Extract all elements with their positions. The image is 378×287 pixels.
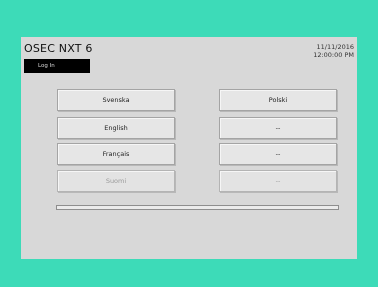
language-button-francais[interactable]: Français [57, 143, 175, 165]
datetime-display: 11/11/2016 12:00:00 PM [313, 43, 354, 59]
language-label: -- [275, 177, 281, 185]
language-label: Français [102, 150, 130, 158]
language-label: Svenska [102, 96, 130, 104]
language-label: English [104, 124, 128, 132]
date-text: 11/11/2016 [316, 43, 354, 51]
language-button-english[interactable]: English [57, 117, 175, 139]
language-label: Suomi [105, 177, 127, 185]
language-button-polski[interactable]: Polski [219, 89, 337, 111]
language-label: -- [275, 150, 281, 158]
language-button-suomi[interactable]: Suomi [57, 170, 175, 192]
time-text: 12:00:00 PM [313, 51, 354, 59]
hmi-screen: OSEC NXT 6 Log In 11/11/2016 12:00:00 PM… [21, 37, 357, 259]
app-title: OSEC NXT 6 [24, 42, 93, 55]
language-button-empty-3[interactable]: -- [219, 143, 337, 165]
progress-bar [56, 205, 339, 210]
language-button-empty-4: -- [219, 170, 337, 192]
language-label: Polski [268, 96, 288, 104]
language-label: -- [275, 124, 281, 132]
login-button[interactable]: Log In [24, 59, 90, 73]
language-button-svenska[interactable]: Svenska [57, 89, 175, 111]
language-button-empty-2[interactable]: -- [219, 117, 337, 139]
